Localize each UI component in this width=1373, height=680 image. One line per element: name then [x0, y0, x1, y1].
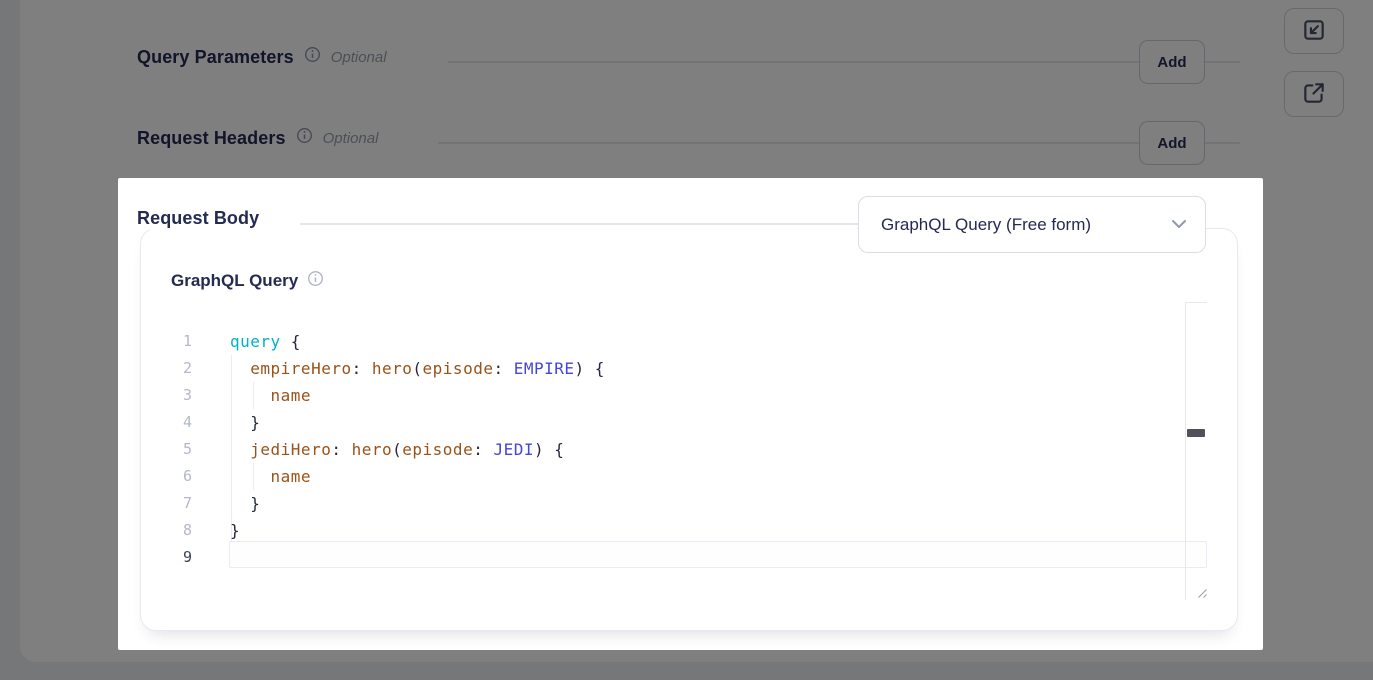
add-request-header-button[interactable]: Add	[1139, 121, 1205, 165]
code-line[interactable]: }	[230, 490, 1208, 517]
code-line[interactable]: }	[230, 409, 1208, 436]
scrollbar-thumb[interactable]	[1187, 429, 1205, 437]
external-link-button[interactable]	[1284, 71, 1344, 117]
code-lines[interactable]: query { empireHero: hero(episode: EMPIRE…	[230, 328, 1208, 571]
code-line[interactable]: jediHero: hero(episode: JEDI) {	[230, 436, 1208, 463]
optional-label: Optional	[331, 49, 387, 66]
code-line[interactable]: name	[230, 382, 1208, 409]
edit-box-button[interactable]	[1284, 8, 1344, 54]
request-body-label: Request Body	[137, 208, 259, 229]
external-link-icon	[1301, 80, 1327, 109]
edit-box-icon	[1301, 17, 1327, 46]
line-number: 6	[150, 463, 192, 490]
line-number: 5	[150, 436, 192, 463]
line-number: 7	[150, 490, 192, 517]
divider	[300, 223, 858, 225]
code-line[interactable]: name	[230, 463, 1208, 490]
graphql-query-label: GraphQL Query	[171, 271, 298, 291]
resize-grip-icon[interactable]	[1194, 585, 1208, 604]
scrollbar-track[interactable]	[1185, 302, 1207, 600]
info-icon	[304, 46, 321, 68]
add-query-parameter-button[interactable]: Add	[1139, 40, 1205, 84]
optional-label: Optional	[323, 130, 379, 147]
chevron-down-icon	[1171, 216, 1187, 234]
query-parameters-label: Query Parameters	[137, 47, 294, 68]
request-body-header: Request Body	[137, 208, 259, 229]
code-line[interactable]: query {	[230, 328, 1208, 355]
line-numbers: 123456789	[150, 328, 192, 571]
graphql-query-header: GraphQL Query	[171, 270, 324, 292]
request-headers-header: Request Headers Optional	[137, 127, 378, 149]
line-number: 2	[150, 355, 192, 382]
divider	[438, 142, 1240, 144]
query-parameters-header: Query Parameters Optional	[137, 46, 387, 68]
code-line[interactable]	[230, 544, 1208, 571]
line-number: 4	[150, 409, 192, 436]
code-line[interactable]: empireHero: hero(episode: EMPIRE) {	[230, 355, 1208, 382]
line-number: 9	[150, 544, 192, 571]
line-number: 3	[150, 382, 192, 409]
body-type-select[interactable]: GraphQL Query (Free form)	[858, 196, 1206, 253]
info-icon	[296, 127, 313, 149]
divider	[448, 61, 1240, 63]
code-line[interactable]: }	[230, 517, 1208, 544]
line-number: 8	[150, 517, 192, 544]
line-number: 1	[150, 328, 192, 355]
info-icon	[307, 270, 324, 292]
body-type-selected-value: GraphQL Query (Free form)	[881, 215, 1091, 235]
request-headers-label: Request Headers	[137, 128, 286, 149]
